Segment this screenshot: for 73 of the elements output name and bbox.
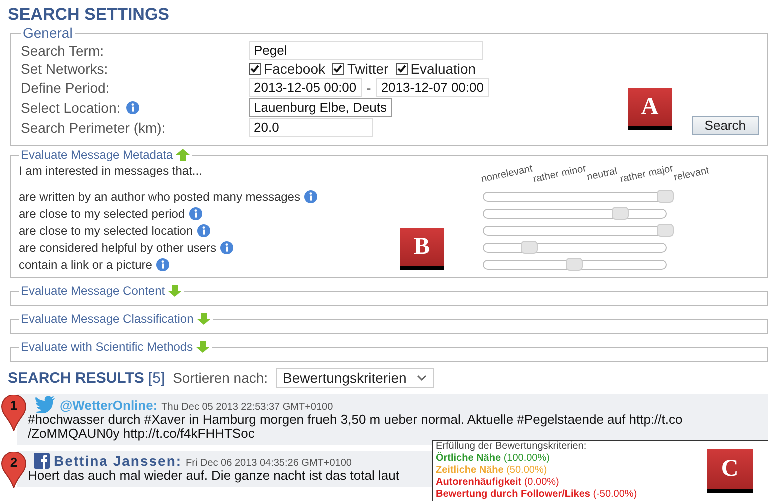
panel-legend[interactable]: Evaluate Message Classification (21, 312, 194, 326)
checkbox[interactable] (332, 63, 344, 75)
info-icon[interactable] (304, 190, 318, 204)
facebook-icon (34, 453, 50, 469)
sort-dropdown[interactable]: Bewertungskriterien (276, 368, 434, 388)
slider-thumb[interactable] (566, 258, 583, 270)
checkbox-label[interactable]: Facebook (264, 61, 326, 77)
chevron-icon (416, 375, 427, 381)
author-name[interactable]: Bettina Janssen: (54, 453, 182, 469)
annotation-label: A (628, 88, 672, 126)
result-count: [5] (148, 370, 166, 386)
field-label: Search Term: (21, 42, 105, 58)
scale-label: rather minor (532, 164, 588, 186)
checkbox[interactable] (249, 63, 261, 75)
criterion-label: are close to my selected location (19, 224, 194, 238)
down-arrow-icon[interactable] (196, 313, 211, 325)
post-text: #hochwasser durch #Xaver in Hamburg morgen frueh 3,50 m ueber normal. Aktuelle #Pegelstaende auf http://t.co (28, 413, 683, 427)
checkbox-label[interactable]: Twitter (347, 61, 389, 77)
slider-thumb[interactable] (520, 240, 538, 254)
perimeter-field[interactable]: 20.0 (249, 118, 373, 137)
field-label: Define Period: (21, 80, 111, 96)
scale-label: nonrelevant (480, 164, 534, 186)
info-icon[interactable] (189, 206, 204, 220)
bird-icon (34, 396, 56, 413)
scale-label: relevant (673, 165, 712, 184)
criterion-score: Örtliche Nähe (100.00%) (436, 453, 550, 465)
post-date: Thu Dec 05 2013 22:53:37 GMT+0100 (162, 402, 334, 413)
criterion-label: are written by an author who posted many messages (19, 190, 300, 204)
slider-thumb[interactable] (657, 224, 674, 236)
post-text: Hoert das auch mal wieder auf. Die ganze nacht ist das total laut (28, 469, 400, 483)
search-button[interactable]: Search (692, 116, 759, 135)
field-label: Search Perimeter (km): (21, 120, 167, 136)
panel-legend[interactable]: Evaluate Message Content (21, 284, 166, 298)
start-date-field[interactable]: 2013-12-05 00:00 (249, 78, 362, 97)
end-date-field[interactable]: 2013-12-07 00:00 (376, 78, 489, 97)
info-icon[interactable] (156, 258, 170, 272)
post-text: /ZoMMQAUN0y http://t.co/f4kFHHTSoc (28, 427, 255, 441)
info-icon[interactable] (197, 224, 212, 238)
slider-thumb[interactable] (612, 206, 628, 220)
info-icon[interactable] (220, 240, 234, 254)
map-pin: 1 (1, 395, 27, 431)
map-pin: 2 (1, 452, 27, 488)
post-date: Fri Dec 06 2013 04:35:26 GMT+0100 (186, 458, 352, 469)
info-icon[interactable] (126, 100, 140, 114)
criterion-score: Autorenhäufigkeit (0.00%) (436, 477, 560, 489)
annotation-label: C (707, 449, 753, 489)
checkbox-label[interactable]: Evaluation (410, 61, 476, 77)
checkbox[interactable] (396, 63, 408, 75)
up-arrow-icon[interactable] (176, 149, 190, 161)
scale-label: neutral (586, 166, 620, 184)
section-title: SEARCH RESULTS (8, 370, 144, 386)
criterion-label: are considered helpful by other users (19, 240, 216, 254)
range-separator: - (366, 80, 372, 96)
page-title: SEARCH SETTINGS (8, 5, 170, 25)
panel-legend[interactable]: Evaluate Message Metadata (21, 148, 174, 162)
scale-label: rather major (620, 164, 675, 186)
panel-legend[interactable]: Evaluate with Scientific Methods (21, 340, 194, 354)
criterion-score: Zeitliche Nähe (50.00%) (436, 465, 548, 477)
search-term-field[interactable]: Pegel (249, 41, 483, 60)
down-arrow-icon[interactable] (168, 285, 182, 297)
down-arrow-icon[interactable] (196, 341, 210, 353)
slider-thumb[interactable] (657, 190, 674, 202)
criterion-label: contain a link or a picture (19, 258, 152, 272)
field-label: Set Networks: (21, 61, 110, 77)
criterion-label: are close to my selected period (19, 206, 186, 220)
criterion-score: Bewertung durch Follower/Likes (-50.00%) (436, 489, 638, 501)
location-field[interactable]: Lauenburg Elbe, Deuts (249, 98, 392, 117)
panel-legend: General (21, 25, 75, 41)
annotation-label: B (400, 228, 444, 266)
tooltip-title: Erfüllung der Bewertungskriterien: (436, 441, 587, 452)
sort-label: Sortieren nach: (173, 370, 268, 386)
intro-text: I am interested in messages that... (19, 164, 202, 178)
field-label: Select Location: (21, 100, 121, 116)
